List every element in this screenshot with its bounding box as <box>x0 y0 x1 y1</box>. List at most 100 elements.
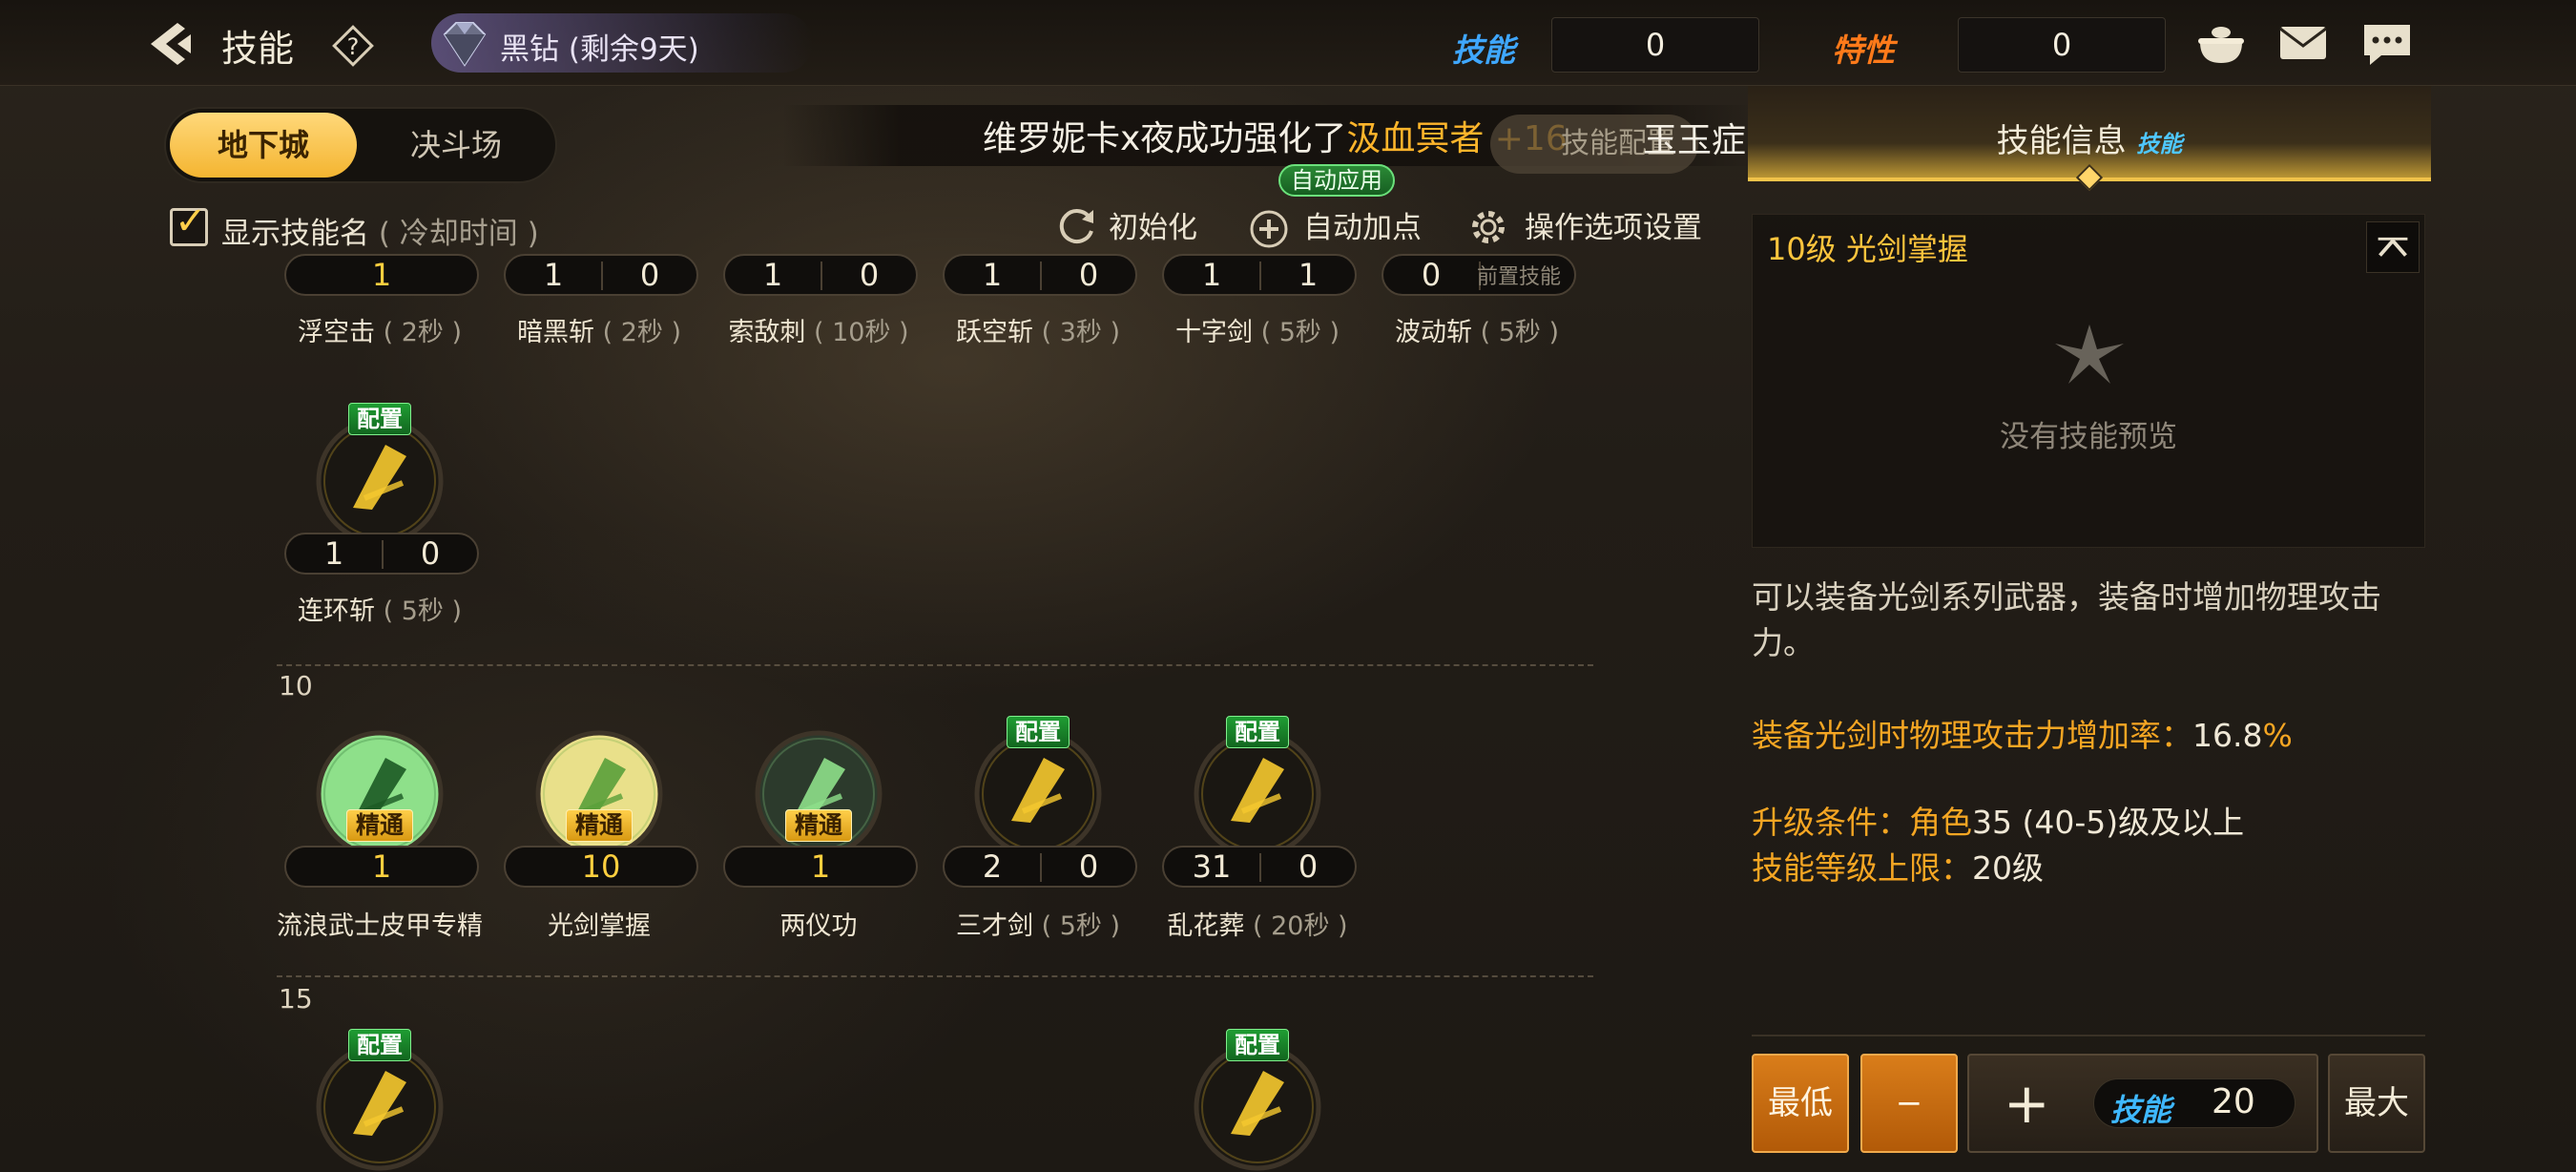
trait-points-value: 0 <box>1958 17 2166 73</box>
help-icon[interactable]: ? <box>330 23 376 69</box>
skill-level: 1 <box>371 848 392 885</box>
panel-divider <box>1752 1035 2425 1036</box>
trait-points-label: 特性 <box>1832 31 1895 69</box>
skill-name: 三才剑 ( 5秒 ) <box>924 905 1153 942</box>
skill-level-bar: 11 <box>1162 254 1357 296</box>
skill-name-text: 暗黑斩 <box>516 318 594 347</box>
skill-icon[interactable] <box>315 416 445 546</box>
increase-level-button[interactable]: + <box>2004 1065 2050 1141</box>
skill-level: 10 <box>581 848 621 885</box>
skill-name-text: 三才剑 <box>955 911 1033 941</box>
collapse-icon[interactable] <box>2366 221 2420 273</box>
skill-level-bar: 20 <box>943 846 1137 888</box>
pot-icon[interactable] <box>2192 17 2250 71</box>
skill-name-text: 连环斩 <box>297 596 375 626</box>
skill-sp: 0 <box>639 257 660 293</box>
skill-icon[interactable] <box>315 1042 445 1172</box>
equipped-badge: 配置 <box>1007 716 1070 748</box>
skill-sp: 0 <box>859 257 880 293</box>
skill-points-label: 技能 <box>1452 31 1515 69</box>
tab-pvp[interactable]: 决斗场 <box>372 113 540 178</box>
page-title: 技能 <box>221 28 295 70</box>
level-req-15: 15 <box>279 983 313 1015</box>
skill-name: 暗黑斩 ( 2秒 ) <box>485 311 714 348</box>
reset-icon[interactable] <box>1051 202 1101 252</box>
skill-name: 浮空击 ( 2秒 ) <box>265 311 494 348</box>
skill-level-bar: 10 <box>723 254 918 296</box>
skill-name-text: 跃空斩 <box>955 318 1033 347</box>
skill-icon[interactable] <box>1193 1042 1322 1172</box>
skill-level-bar: 10 <box>504 846 698 888</box>
skill-name-text: 光剑掌握 <box>548 911 651 941</box>
skill-requirements: 升级条件：角色35 (40-5)级及以上 技能等级上限：20级 <box>1752 804 2245 887</box>
skill-level-bar: 10 <box>943 254 1137 296</box>
skill-cooldown: ( 5秒 ) <box>1260 318 1340 347</box>
skill-level-bar: 1 <box>284 846 479 888</box>
skill-name-text: 波动斩 <box>1394 318 1472 347</box>
auto-add-icon[interactable] <box>1244 202 1294 252</box>
skill-icon[interactable] <box>973 729 1103 859</box>
skill-level: 1 <box>371 257 392 293</box>
skill-cooldown: ( 5秒 ) <box>383 596 462 626</box>
skill-level-bar: 10 <box>284 533 479 575</box>
mail-icon[interactable] <box>2275 17 2332 71</box>
top-bar <box>0 0 2576 86</box>
mastery-badge: 精通 <box>346 809 413 842</box>
equipped-badge: 配置 <box>1226 716 1289 748</box>
skill-name: 跃空斩 ( 3秒 ) <box>924 311 1153 348</box>
skill-level-bar: 31 0 <box>1162 846 1357 888</box>
skill-level: 31 <box>1192 848 1232 885</box>
selected-skill-title: 10级 光剑掌握 <box>1767 231 1968 267</box>
skill-name: 十字剑 ( 5秒 ) <box>1143 311 1372 348</box>
remaining-points-value: 20 <box>2212 1082 2255 1121</box>
skill-name: 索敌刺 ( 10秒 ) <box>704 311 933 348</box>
skill-cooldown: ( 20秒 ) <box>1253 911 1348 941</box>
skill-level-bar: 10 <box>504 254 698 296</box>
check-icon: ✓ <box>175 199 207 243</box>
skill-sp: 0 <box>1298 848 1319 885</box>
min-level-button[interactable]: 最低 <box>1752 1054 1849 1153</box>
skill-sp: 0 <box>1078 848 1099 885</box>
auto-add-button[interactable]: 自动加点 <box>1303 204 1422 252</box>
skill-level: 1 <box>982 257 1003 293</box>
skill-name-text: 乱花葬 <box>1167 911 1245 941</box>
skill-name-text: 流浪武士皮甲专精 <box>277 911 483 941</box>
skill-name: 流浪武士皮甲专精 <box>265 905 494 942</box>
skill-name-text: 十字剑 <box>1174 318 1253 347</box>
skill-level: 1 <box>762 257 783 293</box>
skill-level: 2 <box>982 848 1003 885</box>
tab-dungeon[interactable]: 地下城 <box>170 113 357 178</box>
settings-button[interactable]: 操作选项设置 <box>1525 204 1702 252</box>
equipped-badge: 配置 <box>348 403 411 435</box>
row-divider <box>277 975 1593 977</box>
skill-name-text: 两仪功 <box>779 911 858 941</box>
skill-points-value: 0 <box>1551 17 1759 73</box>
max-level-button[interactable]: 最大 <box>2328 1054 2425 1153</box>
skill-icon[interactable] <box>1193 729 1322 859</box>
skill-level: 1 <box>323 535 344 572</box>
reset-button[interactable]: 初始化 <box>1109 204 1197 252</box>
gear-icon[interactable] <box>1464 202 1513 252</box>
skill-cooldown: ( 3秒 ) <box>1041 318 1120 347</box>
no-preview-text: 没有技能预览 <box>2000 420 2177 454</box>
skill-cooldown: ( 10秒 ) <box>814 318 909 347</box>
no-preview-icon <box>2055 324 2124 384</box>
svg-text:?: ? <box>347 33 360 60</box>
remaining-points-label: 技能 <box>2110 1092 2172 1128</box>
mastery-badge: 精通 <box>566 809 633 842</box>
skill-name-text: 索敌刺 <box>728 318 806 347</box>
skill-stat: 装备光剑时物理攻击力增加率：16.8% <box>1752 717 2293 754</box>
prerequisite-tag: 前置技能 <box>1477 265 1562 289</box>
skill-name: 连环斩 ( 5秒 ) <box>265 590 494 627</box>
equipped-badge: 配置 <box>1226 1029 1289 1061</box>
vip-text: 黑钻 (剩余9天) <box>500 32 699 67</box>
skill-sp: 1 <box>1298 257 1319 293</box>
skill-info-title: 技能信息 技能 <box>1996 122 2183 160</box>
chat-icon[interactable] <box>2358 17 2416 71</box>
back-arrow-icon[interactable] <box>143 17 200 71</box>
row-divider <box>277 664 1593 666</box>
skill-level: 0 <box>1421 257 1442 293</box>
decrease-level-button[interactable]: − <box>1860 1054 1958 1153</box>
notice-text: 维罗妮卡x夜成功强化了汲血冥者 +16 <box>983 119 1568 158</box>
skill-sp: 0 <box>1078 257 1099 293</box>
